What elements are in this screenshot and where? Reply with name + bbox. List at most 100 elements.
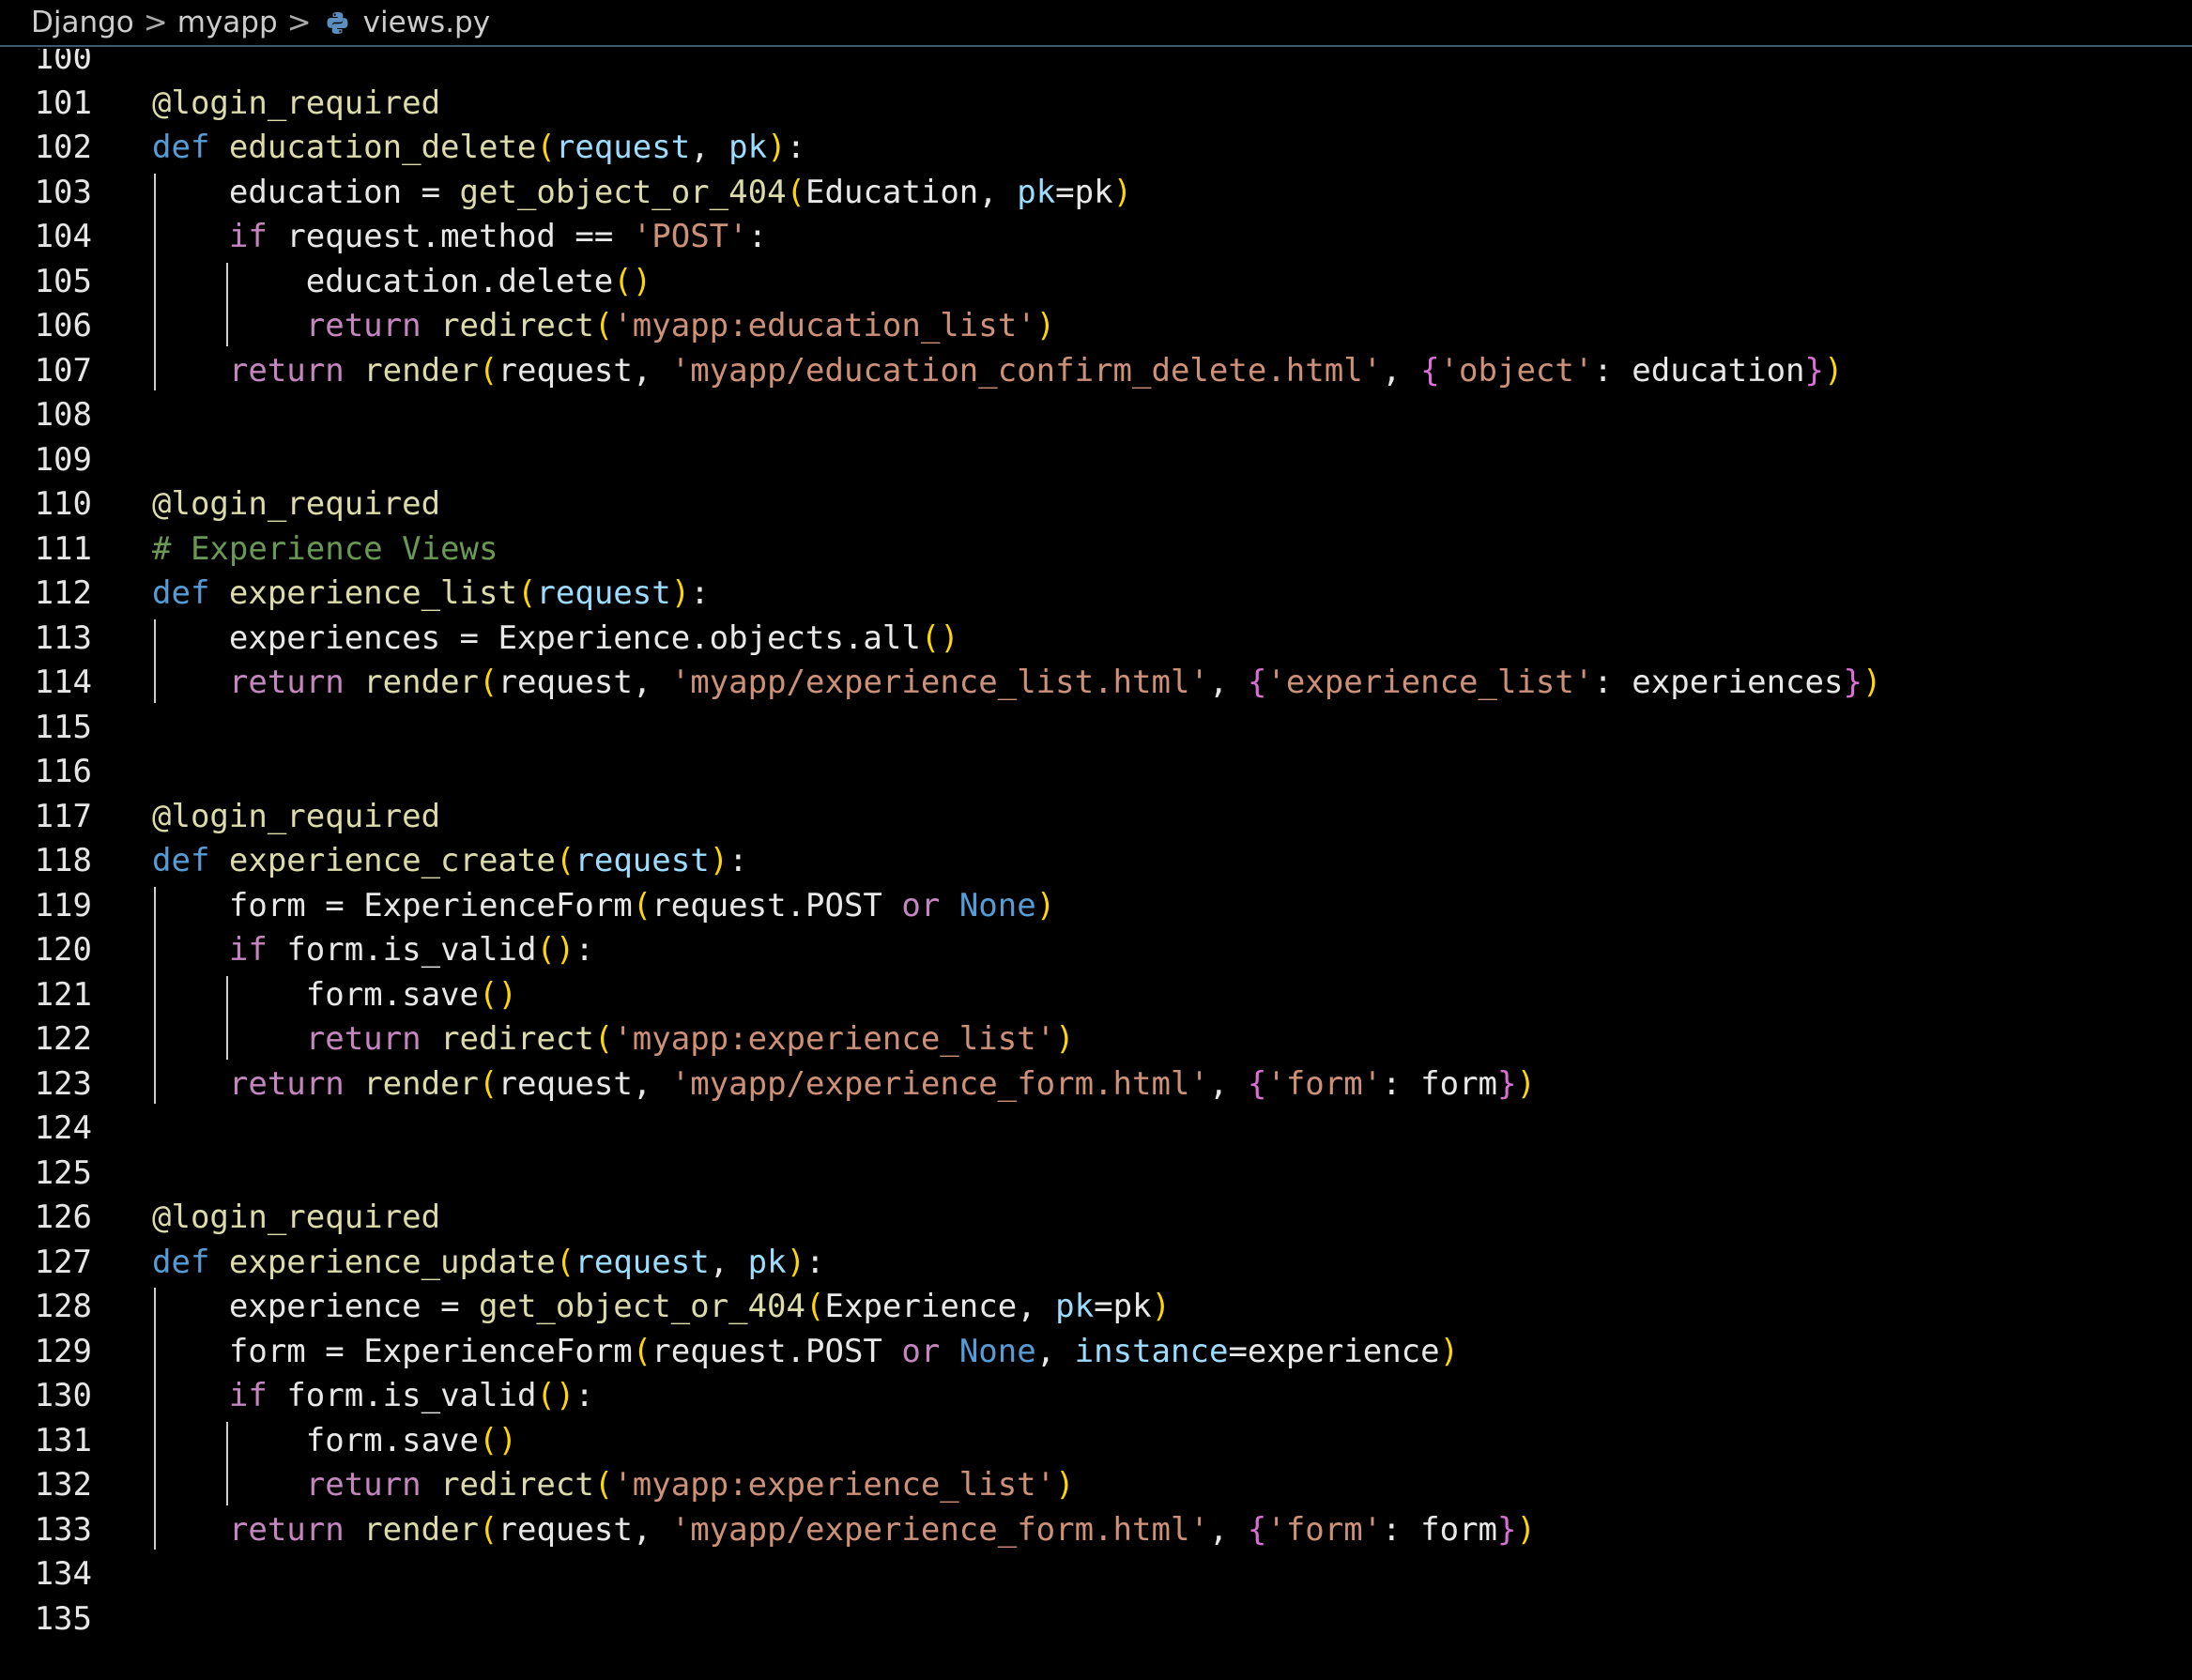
code-text: form = ExperienceForm(request.POST or No… <box>152 884 1055 929</box>
code-token: () <box>536 931 575 970</box>
breadcrumb-item-myapp[interactable]: myapp <box>177 6 278 39</box>
code-line[interactable]: 109 <box>0 438 2192 483</box>
code-line[interactable]: 118 def experience_create(request): <box>0 839 2192 884</box>
code-token: redirect <box>440 1020 594 1059</box>
line-number: 115 <box>34 708 92 746</box>
code-line[interactable]: 113 experiences = Experience.objects.all… <box>0 617 2192 662</box>
code-text: form = ExperienceForm(request.POST or No… <box>152 1330 1459 1375</box>
indent-guide <box>154 619 156 703</box>
code-token: pk <box>728 129 768 167</box>
code-line[interactable]: 111 # Experience Views <box>0 527 2192 573</box>
code-line[interactable]: 129 form = ExperienceForm(request.POST o… <box>0 1330 2192 1375</box>
code-token: experience <box>228 1288 422 1326</box>
code-line[interactable]: 116 <box>0 750 2192 795</box>
breadcrumb-file[interactable]: views.py <box>363 6 490 39</box>
code-line[interactable]: 112 def experience_list(request): <box>0 572 2192 617</box>
code-line[interactable]: 127 def experience_update(request, pk): <box>0 1241 2192 1286</box>
code-token: ) <box>1824 351 1844 389</box>
code-editor[interactable]: 100 101 @login_required 102 def education_de… <box>0 49 2192 1680</box>
code-line[interactable]: 101 @login_required <box>0 82 2192 127</box>
code-text: experiences = Experience.objects.all() <box>152 617 959 662</box>
breadcrumb-item-django[interactable]: Django <box>31 6 134 39</box>
code-token: ( <box>632 886 652 924</box>
code-token: : <box>1382 1064 1421 1103</box>
code-line[interactable]: 106 return redirect('myapp:education_lis… <box>0 304 2192 349</box>
line-number: 131 <box>34 1421 92 1459</box>
code-text: return redirect('myapp:experience_list') <box>152 1017 1075 1062</box>
code-line[interactable]: 132 return redirect('myapp:experience_li… <box>0 1463 2192 1508</box>
code-line[interactable]: 122 return redirect('myapp:experience_li… <box>0 1017 2192 1062</box>
code-text: return render(request, 'myapp/experience… <box>152 1508 1536 1553</box>
code-token: () <box>920 619 959 657</box>
code-line[interactable]: 107 return render(request, 'myapp/educat… <box>0 349 2192 394</box>
code-line[interactable]: 104 if request.method == 'POST': <box>0 215 2192 260</box>
line-number: 111 <box>34 529 92 568</box>
code-token: { <box>1247 664 1267 702</box>
code-line[interactable]: 123 return render(request, 'myapp/experi… <box>0 1062 2192 1107</box>
code-token: ( <box>479 1510 498 1549</box>
code-token: get_object_or_404 <box>479 1288 806 1326</box>
code-text: return render(request, 'myapp/experience… <box>152 661 1882 706</box>
line-number: 121 <box>34 975 92 1014</box>
code-line[interactable]: 130 if form.is_valid(): <box>0 1374 2192 1419</box>
code-text: @login_required <box>152 795 440 840</box>
code-line[interactable]: 128 experience = get_object_or_404(Exper… <box>0 1285 2192 1330</box>
code-token: = <box>421 1288 480 1326</box>
code-text: form.save() <box>152 1419 517 1464</box>
code-token: form <box>228 1332 306 1370</box>
code-token: ( <box>479 1064 498 1103</box>
code-token: = <box>1094 1288 1113 1326</box>
code-token: ( <box>479 351 498 389</box>
line-number: 112 <box>34 574 92 613</box>
code-line[interactable]: 133 return render(request, 'myapp/experi… <box>0 1508 2192 1553</box>
code-line[interactable]: 124 <box>0 1107 2192 1152</box>
code-line[interactable]: 135 <box>0 1597 2192 1642</box>
code-token: experience <box>1247 1332 1440 1370</box>
code-line[interactable]: 125 <box>0 1152 2192 1197</box>
code-text: @login_required <box>152 482 440 527</box>
code-token: request <box>575 842 710 880</box>
line-number: 109 <box>34 440 92 479</box>
code-line[interactable]: 110 @login_required <box>0 482 2192 527</box>
code-token: : <box>1593 351 1633 389</box>
code-text: if form.is_valid(): <box>152 928 594 973</box>
code-line[interactable]: 117 @login_required <box>0 795 2192 840</box>
code-line[interactable]: 119 form = ExperienceForm(request.POST o… <box>0 884 2192 929</box>
code-line[interactable]: 121 form.save() <box>0 973 2192 1018</box>
code-line[interactable]: 131 form.save() <box>0 1419 2192 1464</box>
code-token: ) <box>1862 664 1882 702</box>
code-line[interactable]: 120 if form.is_valid(): <box>0 928 2192 973</box>
code-line[interactable]: 102 def education_delete(request, pk): <box>0 126 2192 171</box>
code-line[interactable]: 114 return render(request, 'myapp/experi… <box>0 661 2192 706</box>
code-token: pk <box>1112 1288 1152 1326</box>
code-line[interactable]: 100 <box>0 49 2192 82</box>
code-token: ) <box>1035 307 1056 345</box>
indent-guide <box>154 173 156 391</box>
code-line[interactable]: 108 <box>0 393 2192 438</box>
code-line[interactable]: 103 education = get_object_or_404(Educat… <box>0 171 2192 216</box>
code-line[interactable]: 134 <box>0 1552 2192 1597</box>
code-token: ( <box>555 1243 575 1281</box>
code-token: ) <box>1035 886 1056 924</box>
line-number: 120 <box>34 931 92 970</box>
code-token: None <box>958 886 1036 924</box>
indent-guide <box>226 1421 228 1505</box>
code-line[interactable]: 105 education.delete() <box>0 260 2192 305</box>
line-number: 101 <box>34 84 92 122</box>
code-token: == <box>555 218 633 256</box>
code-token: ) <box>709 842 729 880</box>
code-text: if request.method == 'POST': <box>152 215 767 260</box>
code-line[interactable]: 126 @login_required <box>0 1196 2192 1241</box>
code-token: () <box>536 1377 575 1415</box>
code-line[interactable]: 115 <box>0 706 2192 751</box>
code-token: () <box>479 975 517 1014</box>
